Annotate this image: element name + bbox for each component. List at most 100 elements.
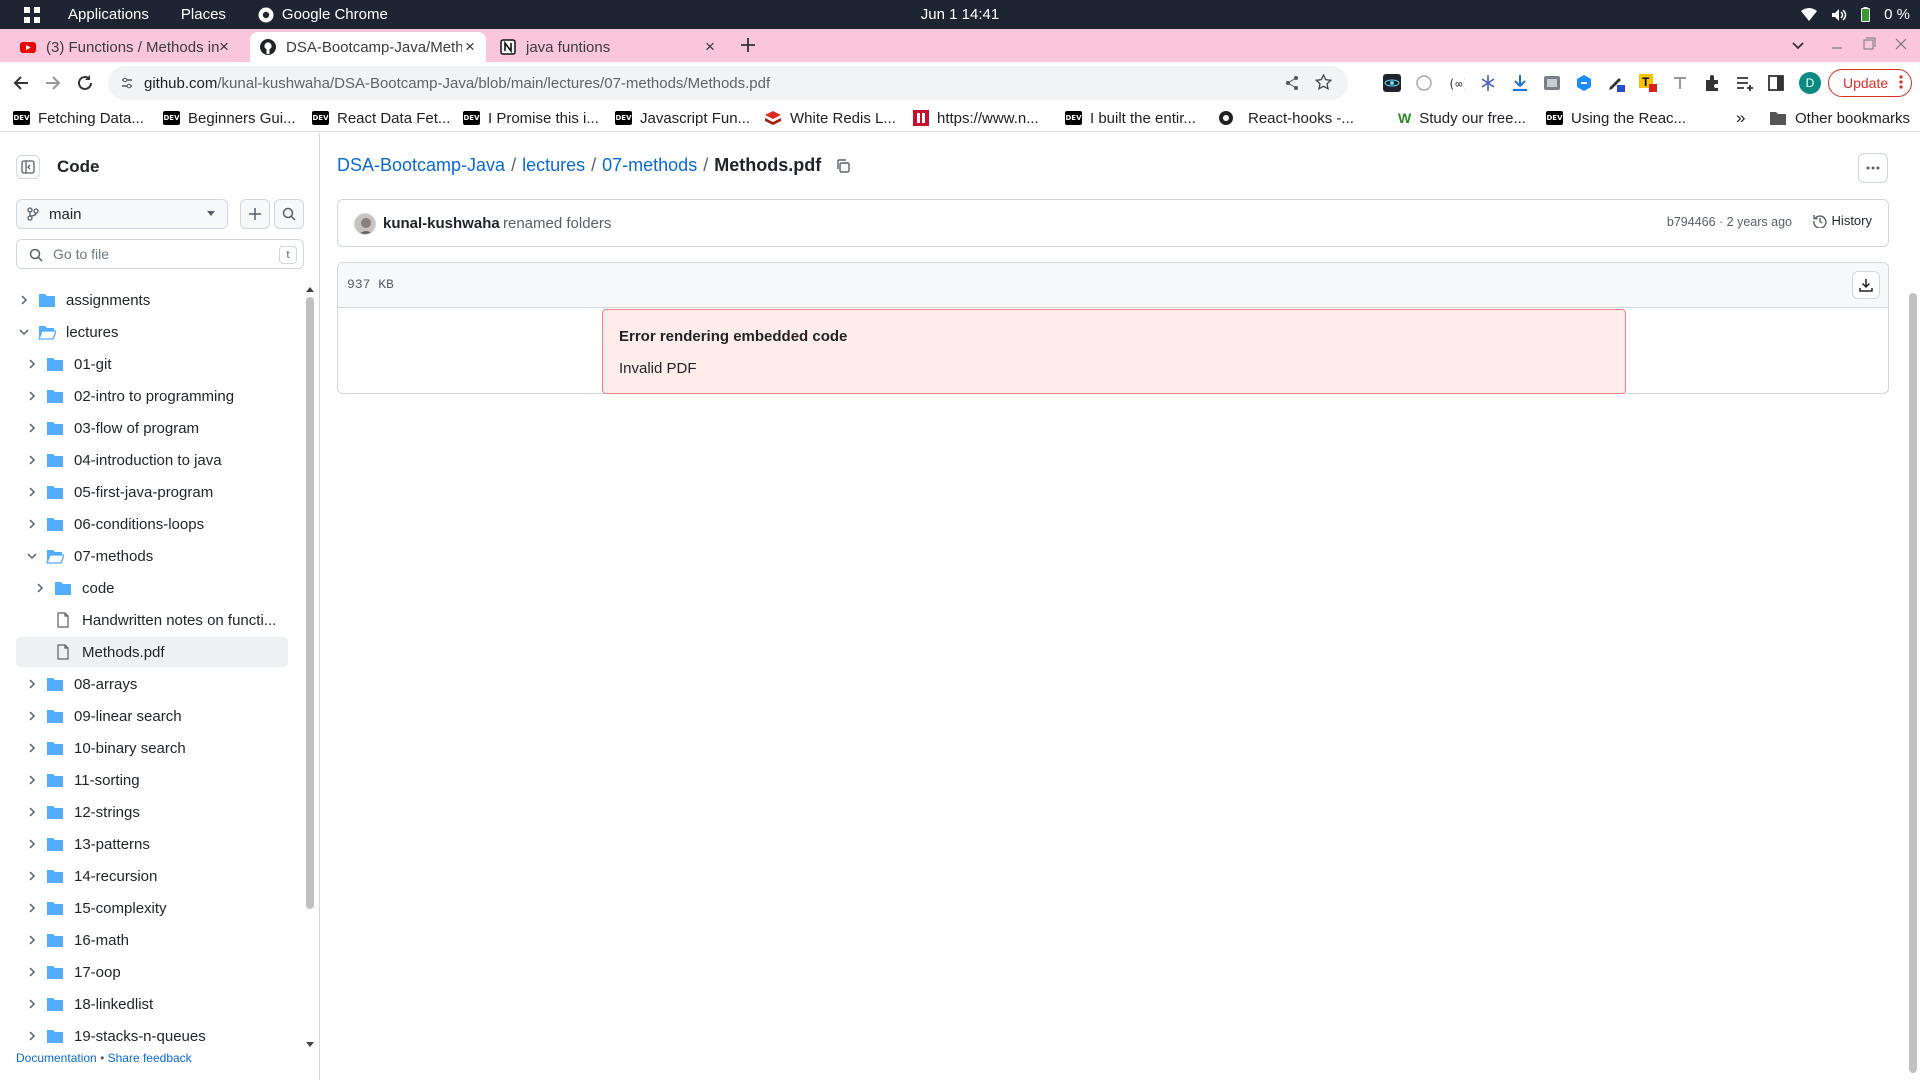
update-button[interactable]: Update bbox=[1828, 69, 1912, 97]
chevron-right-icon[interactable] bbox=[24, 356, 40, 372]
more-bookmarks-icon[interactable]: » bbox=[1736, 107, 1745, 129]
copy-path-icon[interactable] bbox=[835, 158, 851, 174]
chevron-right-icon[interactable] bbox=[24, 420, 40, 436]
chevron-right-icon[interactable] bbox=[24, 996, 40, 1012]
extension-brackets-icon[interactable]: (∞) bbox=[1447, 74, 1465, 92]
scroll-up-icon[interactable] bbox=[306, 287, 314, 292]
extension-api-icon[interactable] bbox=[1479, 74, 1497, 92]
address-bar[interactable]: github.com/kunal-kushwaha/DSA-Bootcamp-J… bbox=[108, 66, 1348, 100]
branch-selector[interactable]: main bbox=[16, 199, 228, 229]
tab-github[interactable]: DSA-Bootcamp-Java/Methods.pdf × bbox=[250, 32, 486, 62]
places-menu[interactable]: Places bbox=[181, 0, 226, 29]
close-tab-icon[interactable]: × bbox=[216, 38, 232, 55]
extension-react-devtools-icon[interactable] bbox=[1383, 74, 1401, 92]
more-options-button[interactable] bbox=[1858, 153, 1888, 183]
chevron-right-icon[interactable] bbox=[24, 900, 40, 916]
tab-search-icon[interactable] bbox=[1790, 37, 1806, 53]
chevron-right-icon[interactable] bbox=[24, 676, 40, 692]
extension-circle-icon[interactable] bbox=[1415, 74, 1433, 92]
extension-screenshot-icon[interactable] bbox=[1543, 74, 1561, 92]
side-panel-icon[interactable] bbox=[1767, 74, 1785, 92]
tree-folder-row[interactable]: 09-linear search bbox=[16, 701, 288, 731]
chevron-right-icon[interactable] bbox=[24, 452, 40, 468]
commit-author[interactable]: kunal-kushwaha bbox=[383, 215, 500, 232]
tree-folder-row[interactable]: 04-introduction to java bbox=[16, 445, 288, 475]
bookmark-item[interactable]: DEV React Data Fet... bbox=[312, 107, 450, 129]
tree-folder-row[interactable]: 12-strings bbox=[16, 797, 288, 827]
tree-folder-row[interactable]: 16-math bbox=[16, 925, 288, 955]
share-icon[interactable] bbox=[1284, 75, 1300, 91]
tree-folder-row[interactable]: 17-oop bbox=[16, 957, 288, 987]
bookmark-item[interactable]: DEV Javascript Fun... bbox=[615, 107, 750, 129]
bookmark-item[interactable]: W Study our free... bbox=[1398, 107, 1526, 129]
close-tab-icon[interactable]: × bbox=[462, 38, 478, 55]
scrollbar-thumb[interactable] bbox=[1909, 293, 1917, 1073]
other-bookmarks[interactable]: Other bookmarks bbox=[1770, 107, 1910, 129]
bookmark-item[interactable]: DEV Using the Reac... bbox=[1546, 107, 1686, 129]
tree-folder-row[interactable]: 07-methods bbox=[16, 541, 288, 571]
tree-folder-row[interactable]: 14-recursion bbox=[16, 861, 288, 891]
breadcrumb-methods-link[interactable]: 07-methods bbox=[602, 155, 697, 176]
scrollbar-thumb[interactable] bbox=[306, 297, 314, 909]
reading-list-icon[interactable] bbox=[1735, 74, 1753, 92]
sidebar-scrollbar[interactable] bbox=[304, 287, 316, 1047]
bookmark-item[interactable]: DEV Beginners Gui... bbox=[163, 107, 296, 129]
chevron-down-icon[interactable] bbox=[16, 324, 32, 340]
tree-folder-row[interactable]: 19-stacks-n-queues bbox=[16, 1021, 288, 1047]
chevron-right-icon[interactable] bbox=[24, 868, 40, 884]
forward-icon[interactable] bbox=[44, 74, 62, 92]
tree-file-row[interactable]: Methods.pdf bbox=[16, 637, 288, 667]
app-grid-icon[interactable] bbox=[24, 0, 40, 29]
extension-pen-icon[interactable] bbox=[1607, 74, 1625, 92]
chevron-right-icon[interactable] bbox=[24, 388, 40, 404]
tab-youtube[interactable]: (3) Functions / Methods in Java × bbox=[10, 32, 240, 62]
breadcrumb-lectures-link[interactable]: lectures bbox=[522, 155, 585, 176]
author-avatar[interactable] bbox=[354, 213, 376, 235]
new-tab-button[interactable] bbox=[738, 35, 758, 55]
reload-icon[interactable] bbox=[76, 74, 94, 92]
bookmark-item[interactable]: DEV Fetching Data... bbox=[13, 107, 144, 129]
chevron-right-icon[interactable] bbox=[24, 836, 40, 852]
scroll-down-icon[interactable] bbox=[306, 1042, 314, 1047]
chevron-right-icon[interactable] bbox=[24, 804, 40, 820]
chevron-right-icon[interactable] bbox=[24, 740, 40, 756]
search-button[interactable] bbox=[274, 199, 304, 229]
battery-icon[interactable] bbox=[1861, 7, 1871, 22]
tree-folder-row[interactable]: 18-linkedlist bbox=[16, 989, 288, 1019]
history-button[interactable]: History bbox=[1812, 213, 1872, 228]
tree-file-row[interactable]: Handwritten notes on functi... bbox=[16, 605, 288, 635]
download-icon[interactable] bbox=[1511, 74, 1529, 92]
extensions-puzzle-icon[interactable] bbox=[1703, 74, 1721, 92]
chrome-app-menu[interactable]: Google Chrome bbox=[258, 0, 388, 29]
close-window-icon[interactable] bbox=[1894, 37, 1908, 51]
minimize-icon[interactable] bbox=[1830, 37, 1844, 51]
tree-folder-row[interactable]: 11-sorting bbox=[16, 765, 288, 795]
tree-folder-row[interactable]: 06-conditions-loops bbox=[16, 509, 288, 539]
tree-folder-row[interactable]: code bbox=[16, 573, 288, 603]
tree-folder-row[interactable]: lectures bbox=[16, 317, 288, 347]
applications-menu[interactable]: Applications bbox=[68, 0, 149, 29]
bookmark-star-icon[interactable] bbox=[1315, 74, 1332, 91]
chevron-right-icon[interactable] bbox=[32, 580, 48, 596]
bookmark-item[interactable]: DEV I Promise this i... bbox=[463, 107, 599, 129]
chevron-right-icon[interactable] bbox=[24, 708, 40, 724]
chevron-right-icon[interactable] bbox=[16, 292, 32, 308]
close-tab-icon[interactable]: × bbox=[702, 38, 718, 55]
site-info-icon[interactable] bbox=[120, 76, 134, 90]
tree-folder-row[interactable]: 15-complexity bbox=[16, 893, 288, 923]
page-scrollbar[interactable] bbox=[1906, 133, 1920, 1080]
tree-folder-row[interactable]: 05-first-java-program bbox=[16, 477, 288, 507]
go-to-file-input[interactable]: Go to file t bbox=[16, 239, 304, 269]
bookmark-item[interactable]: DEV I built the entir... bbox=[1065, 107, 1196, 129]
tree-folder-row[interactable]: 10-binary search bbox=[16, 733, 288, 763]
bookmark-item[interactable]: React-hooks -... bbox=[1218, 107, 1354, 129]
chevron-right-icon[interactable] bbox=[24, 964, 40, 980]
extension-t-icon[interactable]: T bbox=[1639, 74, 1657, 92]
profile-avatar[interactable]: D bbox=[1799, 72, 1821, 94]
chevron-down-icon[interactable] bbox=[24, 548, 40, 564]
back-icon[interactable] bbox=[12, 74, 30, 92]
chevron-right-icon[interactable] bbox=[24, 1028, 40, 1044]
tree-folder-row[interactable]: 13-patterns bbox=[16, 829, 288, 859]
tree-folder-row[interactable]: 03-flow of program bbox=[16, 413, 288, 443]
breadcrumb-repo-link[interactable]: DSA-Bootcamp-Java bbox=[337, 155, 505, 176]
